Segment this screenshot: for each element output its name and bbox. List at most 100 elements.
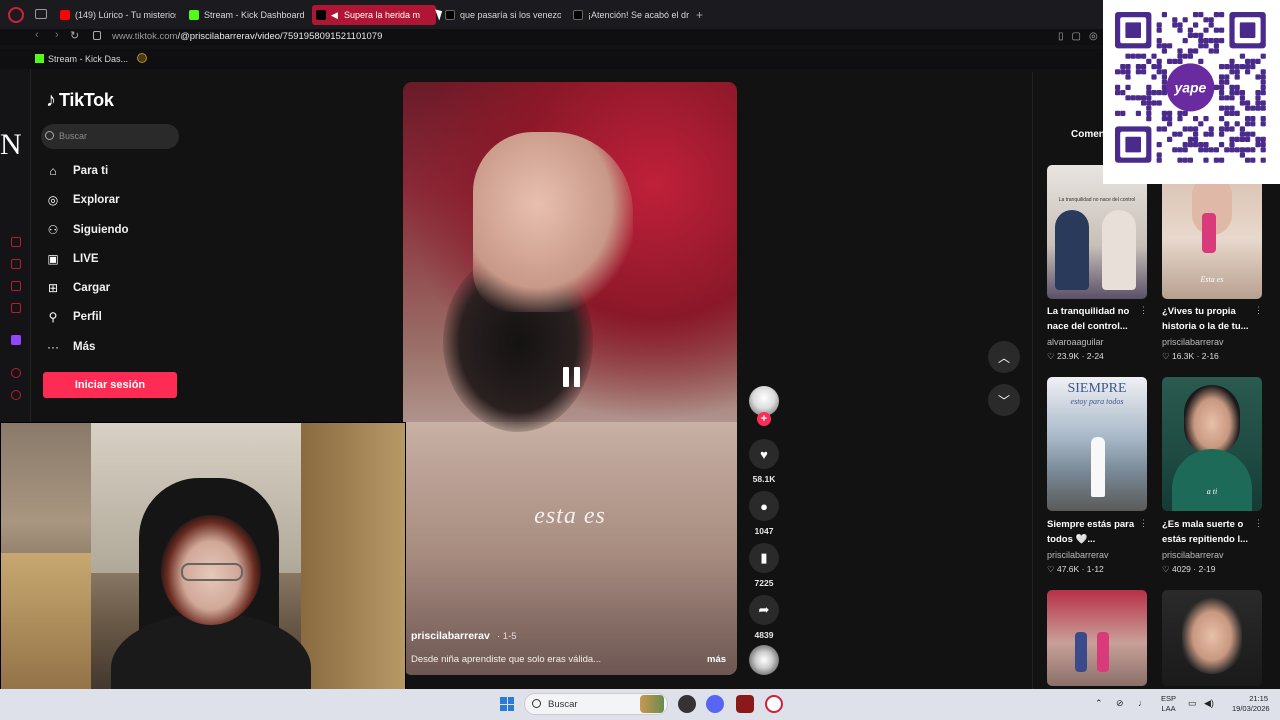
language-indicator[interactable]: ESP LAA xyxy=(1161,694,1176,714)
live-icon: ▣ xyxy=(47,252,59,266)
more-options-icon[interactable]: ⋮ xyxy=(1139,305,1148,316)
comment-button[interactable]: ● xyxy=(749,491,779,521)
save-count: 7225 xyxy=(754,578,774,588)
sidebar-app-icon[interactable] xyxy=(11,281,21,291)
rec-thumbnail[interactable]: SIEMPRE estoy para todos xyxy=(1047,377,1147,511)
share-count: 4839 xyxy=(754,630,774,640)
menu-item-cargar[interactable]: ⊞ Cargar xyxy=(45,278,110,298)
url-field[interactable]: www.tiktok.com/@priscilabarrerav/video/7… xyxy=(112,31,382,42)
more-options-icon[interactable]: ⋮ xyxy=(1139,518,1148,529)
webcam-overlay xyxy=(0,422,406,706)
rec-thumb-caption: SIEMPRE xyxy=(1067,381,1127,396)
rec-thumb-person xyxy=(1055,210,1089,290)
windows-start-icon[interactable] xyxy=(500,697,514,711)
reload-icon[interactable]: ↻ xyxy=(70,29,79,42)
forward-icon[interactable]: › xyxy=(55,29,59,41)
sidebar-history-icon[interactable] xyxy=(11,237,21,247)
volume-icon[interactable]: ◀) xyxy=(1204,698,1214,709)
display-icon[interactable]: ▭ xyxy=(1188,698,1197,709)
more-button[interactable]: más xyxy=(707,654,726,665)
tiktok-icon xyxy=(573,10,583,20)
rec-likes: 16.3K xyxy=(1171,351,1195,361)
pause-icon[interactable] xyxy=(560,367,582,389)
rec-thumbnail[interactable]: Esta es xyxy=(1162,165,1262,299)
address-actions[interactable]: ▯▢◎ xyxy=(1058,31,1106,42)
taskbar-search-label: Buscar xyxy=(548,699,578,710)
tab-kick[interactable]: Stream - Kick Dashboard xyxy=(185,5,305,25)
menu-item-perfil[interactable]: ⚲ Perfil xyxy=(45,307,102,327)
menu-item-live[interactable]: ▣ LIVE xyxy=(45,249,98,269)
tiktok-logo[interactable]: ♪ TikTok xyxy=(46,89,114,112)
sidebar-clock-icon[interactable] xyxy=(11,368,21,378)
follow-plus-icon[interactable]: + xyxy=(757,412,771,426)
sidebar-app-icon[interactable] xyxy=(11,303,21,313)
share-button[interactable]: ➦ xyxy=(749,595,779,625)
chevron-up-icon[interactable]: ⌃ xyxy=(1095,698,1103,709)
rec-stats: ♡ 23.9K · 2-24 xyxy=(1047,351,1104,361)
login-button[interactable]: Iniciar sesión xyxy=(43,372,177,398)
rec-author[interactable]: alvaroaaguilar xyxy=(1047,337,1104,347)
tab-youtube[interactable]: (149) Lúrico - Tu misterios xyxy=(56,5,176,25)
previous-video-button[interactable]: ︿ xyxy=(988,341,1020,373)
rec-title[interactable]: ¿Es mala suerte o estás repitiendo l... xyxy=(1162,517,1252,547)
rec-thumbnail[interactable]: La tranquilidad no nace del control xyxy=(1047,165,1147,299)
share-icon: ➦ xyxy=(758,602,770,617)
system-clock[interactable]: 21:15 19/03/2026 xyxy=(1232,694,1270,714)
rec-thumbnail[interactable]: a ti xyxy=(1162,377,1262,511)
rec-author[interactable]: priscilabarrerav xyxy=(1162,337,1224,347)
url-path: /@priscilabarrerav/video/759195809152110… xyxy=(177,31,383,42)
menu-item-siguiendo[interactable]: ⚇ Siguiendo xyxy=(45,220,129,240)
rec-stats: ♡ 4029 · 2-19 xyxy=(1162,564,1216,574)
sidebar-app-icon[interactable] xyxy=(11,259,21,269)
network-off-icon[interactable]: ⊘ xyxy=(1116,698,1124,709)
yape-qr-code: yape xyxy=(1103,0,1280,184)
rec-thumb-person xyxy=(1102,210,1136,290)
rec-thumbnail[interactable] xyxy=(1047,590,1147,686)
chevron-up-icon: ︿ xyxy=(997,350,1010,365)
app-icon[interactable] xyxy=(736,695,754,713)
rec-author[interactable]: priscilabarrerav xyxy=(1047,550,1109,560)
video-author[interactable]: priscilabarrerav xyxy=(411,630,490,642)
back-icon[interactable]: ‹ xyxy=(35,29,39,41)
opera-taskbar-icon[interactable] xyxy=(765,695,783,713)
sidebar-clock-icon[interactable] xyxy=(11,390,21,400)
like-count: 58.1K xyxy=(752,474,776,484)
menu-item-para-ti[interactable]: ⌂ Para ti xyxy=(45,161,108,181)
more-options-icon[interactable]: ⋮ xyxy=(1254,305,1263,316)
opera-logo-icon[interactable] xyxy=(8,7,24,23)
tiktok-icon xyxy=(316,10,326,20)
rec-thumb-doll xyxy=(1097,632,1109,672)
more-options-icon[interactable]: ⋮ xyxy=(1254,518,1263,529)
tab-tiktok-2[interactable]: que pasaría si los venezol xyxy=(441,5,561,25)
bookmark-icon: ▮ xyxy=(760,550,768,565)
like-button[interactable]: ♥ xyxy=(749,439,779,469)
music-disc-icon[interactable] xyxy=(749,645,779,675)
rec-thumbnail[interactable] xyxy=(1162,590,1262,686)
video-date: · 1-5 xyxy=(497,631,517,642)
rec-title[interactable]: La tranquilidad no nace del control... xyxy=(1047,304,1137,334)
tab-tiktok-3[interactable]: ¡Atención! Se acabó el dra xyxy=(569,5,689,25)
tab-active-tiktok[interactable]: ◀ Supera la herida m xyxy=(312,5,436,25)
rec-author[interactable]: priscilabarrerav xyxy=(1162,550,1224,560)
discord-icon[interactable] xyxy=(706,695,724,713)
next-video-button[interactable]: ﹀ xyxy=(988,384,1020,416)
taskbar-widget-icon[interactable] xyxy=(640,695,664,713)
rec-title[interactable]: Siempre estás para todos 🤍... xyxy=(1047,517,1137,547)
rec-thumb-doll xyxy=(1202,213,1216,253)
rec-title[interactable]: ¿Vives tu propia historia o la de tu... xyxy=(1162,304,1252,334)
save-button[interactable]: ▮ xyxy=(749,543,779,573)
language-code: ESP xyxy=(1161,694,1177,703)
bookmark-icon[interactable] xyxy=(137,53,147,63)
bookmark-kick[interactable]: Stream - Kick Das... xyxy=(48,54,128,64)
tab-grid-icon[interactable] xyxy=(35,9,47,19)
obs-icon[interactable] xyxy=(678,695,696,713)
menu-item-explorar[interactable]: ◎ Explorar xyxy=(45,190,120,210)
twitch-icon[interactable] xyxy=(11,335,21,345)
tab-comments[interactable]: Comen xyxy=(1071,129,1105,140)
rec-stats: ♡ 47.6K · 1-12 xyxy=(1047,564,1104,574)
new-tab-button[interactable]: + xyxy=(696,8,703,22)
menu-item-mas[interactable]: ··· Más xyxy=(45,337,95,357)
following-icon: ⚇ xyxy=(47,223,59,237)
video-frame-hand xyxy=(473,132,633,312)
microphone-icon[interactable]: ♩ xyxy=(1138,698,1147,708)
